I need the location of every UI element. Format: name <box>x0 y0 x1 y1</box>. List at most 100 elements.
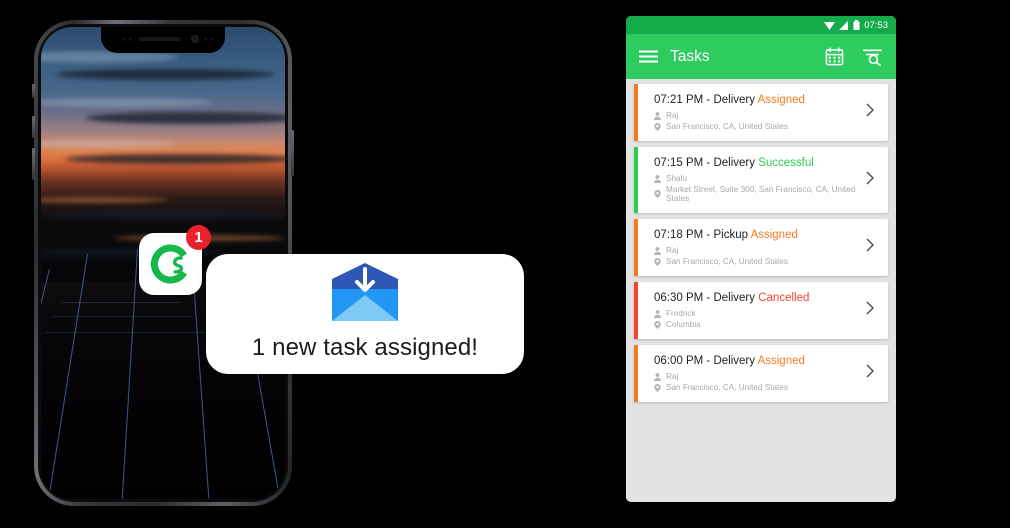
task-separator: - <box>703 292 714 304</box>
person-icon <box>654 246 661 255</box>
task-agent: Raj <box>654 372 860 381</box>
location-pin-icon <box>654 383 661 392</box>
task-address: San Francisco, CA, United States <box>654 257 860 266</box>
task-card-body: 06:30 PM - Delivery Cancelled Fredrick C… <box>648 292 860 329</box>
task-address: San Francisco, CA, United States <box>654 122 860 131</box>
task-agent-name: Raj <box>666 372 679 381</box>
task-agent: Raj <box>654 246 860 255</box>
task-agent: Raj <box>654 111 860 120</box>
task-type: Delivery <box>713 292 756 304</box>
task-status: Assigned <box>757 94 805 106</box>
chevron-right-icon[interactable] <box>860 301 888 320</box>
task-separator: - <box>703 355 714 367</box>
task-type: Delivery <box>713 355 756 367</box>
task-status-stripe <box>634 345 638 402</box>
task-time: 07:15 PM <box>654 157 704 169</box>
task-address-text: San Francisco, CA, United States <box>666 122 788 131</box>
chevron-right-icon[interactable] <box>860 103 888 122</box>
task-address-text: San Francisco, CA, United States <box>666 383 788 392</box>
calendar-icon[interactable] <box>825 47 844 66</box>
task-card-body: 07:21 PM - Delivery Assigned Raj San Fra… <box>648 94 860 131</box>
earpiece-speaker <box>138 37 181 41</box>
envelope-download-icon <box>328 263 402 330</box>
notification-popup[interactable]: 1 new task assigned! <box>206 254 524 374</box>
task-agent: Fredrick <box>654 309 860 318</box>
task-type: Delivery <box>713 94 756 106</box>
task-status-stripe <box>634 219 638 276</box>
task-list-item[interactable]: 07:15 PM - Delivery Successful Shalu Mar… <box>634 147 888 213</box>
phone-notch <box>101 27 225 53</box>
notification-message: 1 new task assigned! <box>251 334 479 361</box>
task-list-item[interactable]: 06:00 PM - Delivery Assigned Raj San Fra… <box>634 345 888 402</box>
task-address-text: Market Street, Suite 300, San Francisco,… <box>666 185 856 203</box>
location-pin-icon <box>654 257 661 266</box>
task-card-body: 07:18 PM - Pickup Assigned Raj San Franc… <box>648 229 860 266</box>
task-address: San Francisco, CA, United States <box>654 383 860 392</box>
task-type: Pickup <box>713 229 748 241</box>
task-address: Market Street, Suite 300, San Francisco,… <box>654 185 860 203</box>
task-list-item[interactable]: 07:18 PM - Pickup Assigned Raj San Franc… <box>634 219 888 276</box>
chevron-right-icon[interactable] <box>860 364 888 383</box>
tookan-logo-icon <box>150 244 187 284</box>
sensor-dot <box>129 38 132 41</box>
chevron-right-icon[interactable] <box>860 238 888 257</box>
chevron-right-icon[interactable] <box>860 171 888 190</box>
screenshot-stage: 1 1 new task assigned! 07:53 Tasks 07:21… <box>0 0 1010 528</box>
location-pin-icon <box>654 190 661 198</box>
task-agent: Shalu <box>654 174 860 183</box>
android-app-panel: 07:53 Tasks 07:21 PM - Delivery Assigned… <box>626 16 896 502</box>
task-status-stripe <box>634 147 638 213</box>
toolbar-actions <box>825 47 883 66</box>
person-icon <box>654 309 661 318</box>
front-camera <box>191 35 199 43</box>
task-agent-name: Fredrick <box>666 309 696 318</box>
phone-volume-down-button[interactable] <box>32 148 35 180</box>
phone-mute-switch[interactable] <box>32 84 35 98</box>
task-time: 07:18 PM <box>654 229 704 241</box>
task-separator: - <box>703 157 714 169</box>
person-icon <box>654 111 661 120</box>
cloud <box>84 111 285 124</box>
wifi-icon <box>824 21 836 30</box>
task-type: Delivery <box>713 157 756 169</box>
sensor-dot <box>123 38 126 41</box>
sensor-dot <box>204 38 207 41</box>
task-status: Successful <box>758 157 814 169</box>
task-list: 07:21 PM - Delivery Assigned Raj San Fra… <box>626 79 896 402</box>
task-agent-name: Raj <box>666 111 679 120</box>
notification-badge: 1 <box>186 225 211 250</box>
filter-search-icon[interactable] <box>862 47 883 66</box>
person-icon <box>654 174 661 183</box>
hamburger-menu-icon[interactable] <box>639 50 658 63</box>
task-status-stripe <box>634 282 638 339</box>
cloud <box>41 196 168 203</box>
task-title: 06:00 PM - Delivery Assigned <box>654 355 860 367</box>
tookan-app-icon[interactable]: 1 <box>139 225 211 295</box>
task-address-text: Columbia <box>666 320 701 329</box>
task-status: Assigned <box>750 229 798 241</box>
task-address-text: San Francisco, CA, United States <box>666 257 788 266</box>
task-status: Assigned <box>757 355 805 367</box>
rail-tie <box>45 332 205 333</box>
phone-power-button[interactable] <box>291 130 294 176</box>
phone-volume-up-button[interactable] <box>32 116 35 138</box>
signal-icon <box>839 20 849 30</box>
task-card-body: 06:00 PM - Delivery Assigned Raj San Fra… <box>648 355 860 392</box>
task-list-item[interactable]: 06:30 PM - Delivery Cancelled Fredrick C… <box>634 282 888 339</box>
task-title: 07:21 PM - Delivery Assigned <box>654 94 860 106</box>
task-list-item[interactable]: 07:21 PM - Delivery Assigned Raj San Fra… <box>634 84 888 141</box>
location-pin-icon <box>654 320 661 329</box>
task-title: 07:18 PM - Pickup Assigned <box>654 229 860 241</box>
android-status-bar: 07:53 <box>626 16 896 34</box>
person-icon <box>654 372 661 381</box>
battery-icon <box>853 20 860 30</box>
status-bar-time: 07:53 <box>864 19 888 31</box>
rail-tie <box>61 302 181 303</box>
task-agent-name: Shalu <box>666 174 687 183</box>
task-title: 06:30 PM - Delivery Cancelled <box>654 292 860 304</box>
task-time: 06:00 PM <box>654 355 704 367</box>
task-address: Columbia <box>654 320 860 329</box>
app-toolbar: Tasks <box>626 34 896 79</box>
cloud <box>41 97 212 107</box>
toolbar-title: Tasks <box>670 47 710 65</box>
